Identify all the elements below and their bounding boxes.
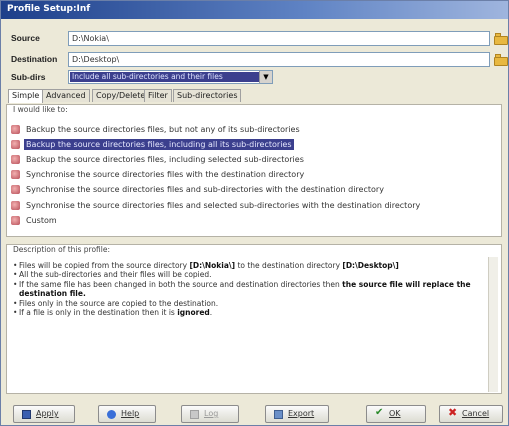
- description-line: • If the same file has been changed in bo…: [13, 280, 471, 289]
- description-line: • All the sub-directories and their files…: [13, 270, 212, 279]
- subdirs-selected-value: Include all sub-directories and their fi…: [70, 72, 259, 82]
- option-icon: [11, 185, 20, 194]
- subdirs-select[interactable]: Include all sub-directories and their fi…: [68, 70, 273, 84]
- title-bar[interactable]: Profile Setup:Inf: [1, 1, 508, 19]
- tab-advanced[interactable]: Advanced: [42, 89, 90, 102]
- description-line: • Files only in the source are copied to …: [13, 299, 219, 308]
- description-group-title: Description of this profile:: [11, 245, 112, 254]
- destination-browse-folder-icon[interactable]: [494, 54, 508, 66]
- tab-sub-directories[interactable]: Sub-directories: [173, 89, 242, 102]
- profile-setup-window: Profile Setup:Inf Source D:\Nokia\ Desti…: [0, 0, 509, 426]
- save-icon: [22, 410, 31, 419]
- ok-button[interactable]: ✔ OK: [366, 405, 426, 423]
- source-input[interactable]: D:\Nokia\: [68, 31, 490, 46]
- source-browse-folder-icon[interactable]: [494, 33, 508, 45]
- destination-label: Destination: [11, 54, 58, 64]
- description-line: destination file.: [19, 289, 86, 298]
- option-icon: [11, 170, 20, 179]
- tab-copy-delete[interactable]: Copy/Delete: [92, 89, 150, 102]
- help-button[interactable]: Help: [98, 405, 156, 423]
- checkmark-icon: ✔: [375, 407, 384, 418]
- tab-filter[interactable]: Filter: [144, 89, 172, 102]
- help-icon: [107, 410, 116, 419]
- tab-simple[interactable]: Simple: [8, 89, 44, 103]
- log-icon: [190, 410, 199, 419]
- option-icon: [11, 155, 20, 164]
- option-icon: [11, 216, 20, 225]
- log-button[interactable]: Log: [181, 405, 239, 423]
- cancel-button[interactable]: ✖ Cancel: [439, 405, 503, 423]
- option-icon: [11, 125, 20, 134]
- option-icon: [11, 140, 20, 149]
- description-line: • If a file is only in the destination th…: [13, 308, 213, 317]
- destination-input[interactable]: D:\Desktop\: [68, 52, 490, 67]
- options-group-title: I would like to:: [11, 105, 70, 114]
- chevron-down-icon[interactable]: ▼: [259, 71, 272, 83]
- export-button[interactable]: Export: [265, 405, 329, 423]
- window-title: Profile Setup:Inf: [7, 4, 91, 14]
- export-icon: [274, 410, 283, 419]
- option-icon: [11, 201, 20, 210]
- source-label: Source: [11, 33, 40, 43]
- subdirs-label: Sub-dirs: [11, 72, 46, 82]
- apply-button[interactable]: Apply: [13, 405, 75, 423]
- description-line: • Files will be copied from the source di…: [13, 261, 399, 270]
- cancel-x-icon: ✖: [448, 406, 458, 419]
- description-scrollbar[interactable]: [488, 257, 498, 392]
